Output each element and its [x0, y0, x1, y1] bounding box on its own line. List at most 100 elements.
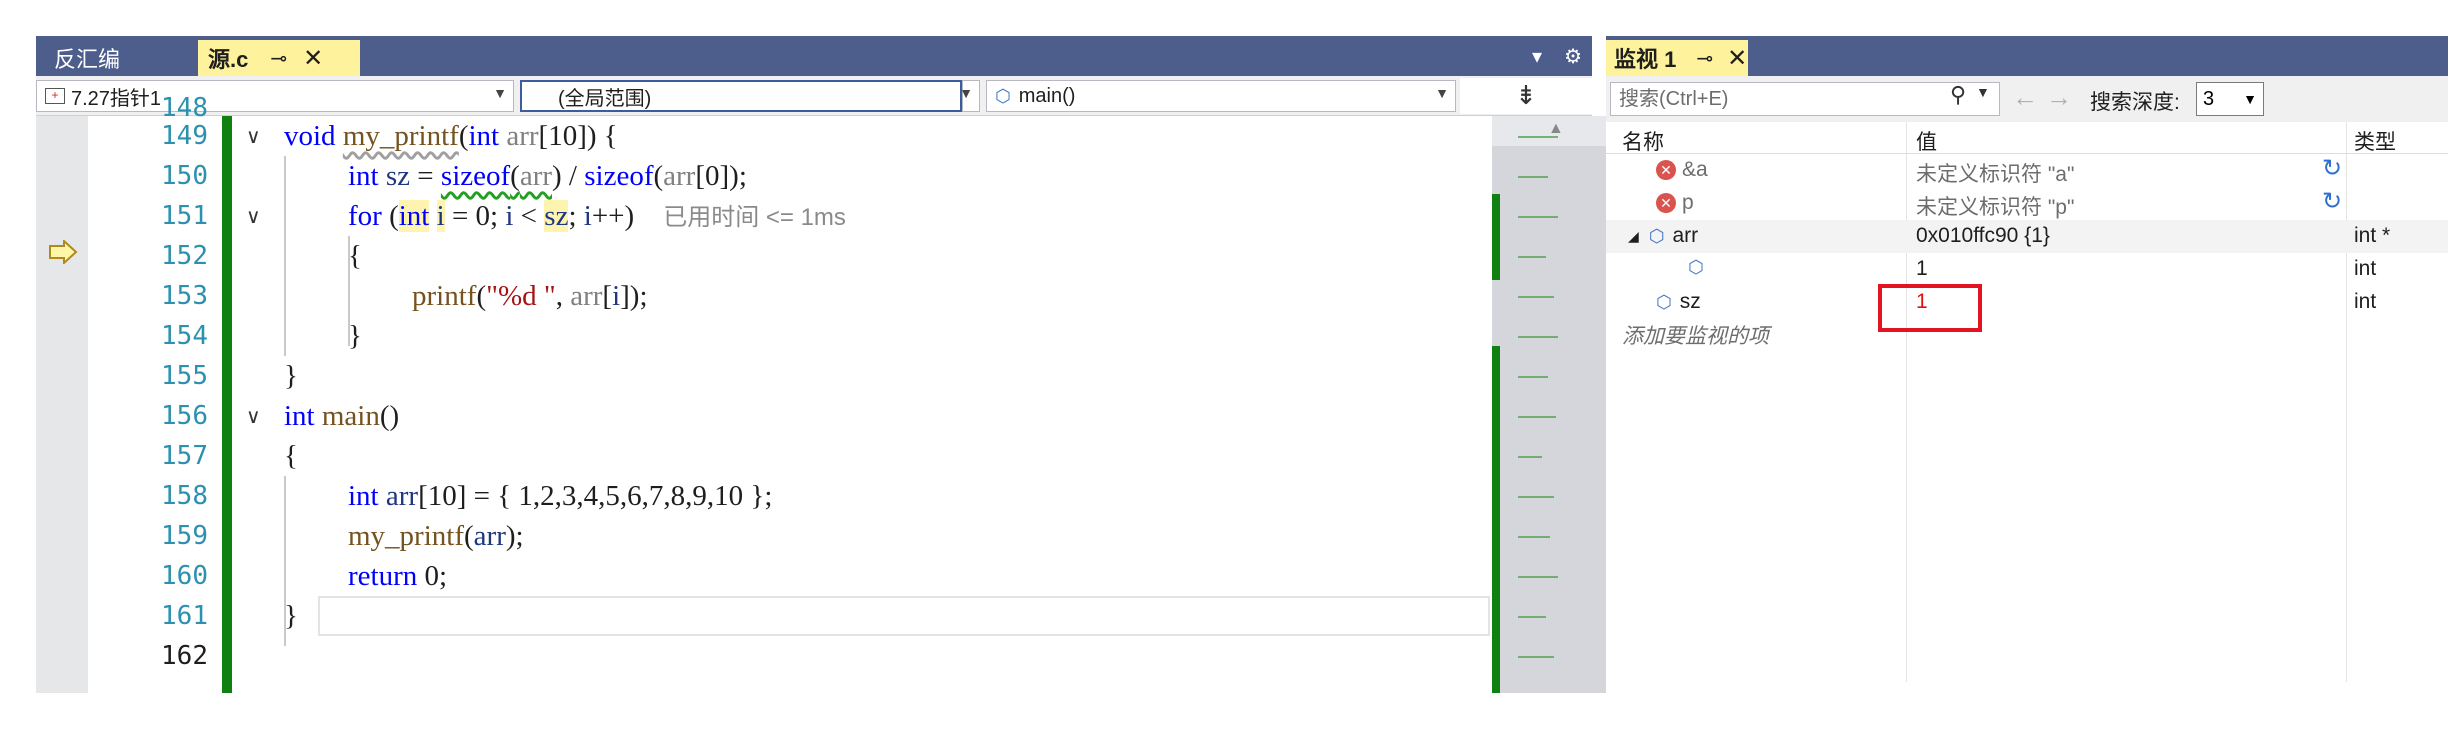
forward-arrow-icon[interactable]: → — [2046, 82, 2072, 113]
split-window-button[interactable]: ⇟ — [1460, 78, 1592, 114]
local-variable: arr — [473, 520, 506, 552]
minimap-line — [1518, 376, 1548, 378]
tab-source-c[interactable]: 源.c ⊸ ✕ — [198, 40, 360, 76]
local-variable: sz — [544, 200, 569, 232]
line-number: 149 — [161, 121, 208, 151]
minimap-line — [1518, 496, 1554, 498]
change-tracking-bar — [222, 116, 232, 693]
search-depth-select[interactable]: 3 ▼ — [2196, 82, 2264, 116]
dropdown-icon[interactable]: ▾ — [1532, 44, 1542, 69]
punct: ( — [476, 280, 487, 312]
keyword: int — [468, 120, 500, 152]
function-name: my_printf — [348, 520, 464, 552]
watch-tabstrip: 监视 1 ⊸ ✕ — [1606, 36, 2448, 76]
watch-value: 未定义标识符 "a" — [1916, 163, 2075, 186]
add-watch-item[interactable]: 添加要监视的项 — [1622, 320, 1769, 350]
watch-row[interactable]: ✕ &a 未定义标识符 "a" ↻ — [1606, 154, 2448, 187]
pin-icon[interactable]: ⊸ — [1696, 46, 1713, 71]
code-line: } — [284, 360, 298, 392]
keyword: for — [348, 200, 382, 232]
function-combo[interactable]: ⬡ main() ▼ — [986, 80, 1456, 112]
change-marker — [1492, 346, 1500, 693]
keyword: sizeof — [584, 160, 654, 192]
tab-label: 反汇编 — [54, 47, 121, 72]
code-text: [10] = { 1,2,3,4,5,6,7,8,9,10 }; — [418, 480, 773, 512]
code-text: [0]); — [695, 160, 747, 192]
line-number: 157 — [161, 441, 208, 471]
execution-arrow-icon — [49, 240, 78, 264]
fold-toggle[interactable]: ∨ — [246, 396, 270, 436]
keyword: sizeof — [440, 160, 511, 192]
line-number: 155 — [161, 361, 208, 391]
minimap-line — [1518, 176, 1548, 178]
search-icon[interactable]: ⚲ — [1950, 82, 1966, 108]
scope-dropdown-button[interactable]: ▼ — [959, 80, 980, 112]
indent-guide — [284, 156, 286, 356]
punct: , — [555, 280, 571, 312]
punct: < — [513, 200, 545, 232]
pin-icon[interactable]: ⊸ — [270, 46, 287, 71]
collapse-triangle-icon[interactable]: ◢ — [1628, 228, 1639, 245]
watch-panel: 监视 1 ⊸ ✕ 搜索(Ctrl+E) ⚲ ▼ ← → 搜索深度: 3 ▼ 名称… — [1606, 36, 2448, 693]
watch-row[interactable]: ⬡ 1 int — [1606, 253, 2448, 286]
keyword: int — [284, 400, 315, 432]
indicator-margin[interactable] — [36, 116, 88, 693]
minimap-line — [1518, 656, 1554, 658]
punct: ( — [653, 160, 664, 192]
cube-icon: ⬡ — [995, 85, 1011, 106]
fold-toggle[interactable]: ∨ — [246, 196, 270, 236]
local-variable: i — [436, 200, 445, 232]
close-icon[interactable]: ✕ — [303, 44, 323, 73]
local-variable: arr — [385, 480, 419, 512]
watch-row[interactable]: ⬡ sz 1 int — [1606, 286, 2448, 319]
refresh-icon[interactable]: ↻ — [2322, 154, 2342, 183]
project-combo[interactable]: + 7.27指针1 ▼ — [36, 80, 514, 112]
gear-icon[interactable]: ⚙ — [1564, 44, 1582, 69]
project-icon: + — [45, 88, 65, 104]
watch-row[interactable]: ✕ p 未定义标识符 "p" ↻ — [1606, 187, 2448, 220]
variable-icon: ⬡ — [1688, 257, 1704, 277]
code-text: ++) — [591, 200, 635, 232]
chevron-down-icon: ▼ — [493, 85, 507, 101]
minimap-line — [1518, 416, 1556, 418]
parameter: arr — [506, 120, 539, 152]
code-text: ); — [505, 520, 524, 552]
error-icon: ✕ — [1656, 193, 1676, 213]
back-arrow-icon[interactable]: ← — [2012, 82, 2038, 113]
close-icon[interactable]: ✕ — [1727, 44, 1747, 73]
watch-value: 0x010ffc90 {1} — [1916, 224, 2050, 247]
tab-watch-1[interactable]: 监视 1 ⊸ ✕ — [1606, 40, 1748, 76]
column-value[interactable]: 值 — [1916, 126, 1937, 156]
code-line: printf("%d ", arr[i]); — [412, 276, 648, 316]
function-name: printf — [412, 280, 477, 312]
current-line-highlight — [318, 596, 1490, 636]
line-number: 154 — [161, 321, 208, 351]
search-input[interactable]: 搜索(Ctrl+E) — [1610, 82, 2000, 116]
tab-label: 监视 1 — [1614, 47, 1677, 72]
error-icon: ✕ — [1656, 160, 1676, 180]
watch-column-header: 名称 值 类型 — [1606, 122, 2448, 682]
punct: ( — [464, 520, 474, 552]
fold-toggle[interactable]: ∨ — [246, 116, 270, 156]
perf-tip[interactable]: 已用时间 <= 1ms — [663, 204, 846, 231]
search-dropdown-icon[interactable]: ▼ — [1976, 84, 1990, 100]
search-depth-label: 搜索深度: — [2090, 91, 2180, 114]
code-line: int sz = sizeof(arr) / sizeof(arr[0]); — [348, 156, 747, 196]
minimap-line — [1518, 616, 1546, 618]
scope-combo[interactable]: (全局范围) — [520, 80, 962, 112]
watch-row[interactable]: ◢ ⬡ arr 0x010ffc90 {1} int * — [1606, 220, 2448, 253]
punct: ( — [381, 200, 399, 232]
function-name: main — [321, 400, 380, 432]
line-number: 158 — [161, 481, 208, 511]
refresh-icon[interactable]: ↻ — [2322, 187, 2342, 216]
punct: [ — [602, 280, 613, 312]
change-marker — [1492, 194, 1500, 280]
depth-value: 3 — [2203, 88, 2215, 110]
column-type[interactable]: 类型 — [2354, 126, 2396, 156]
tab-disassembly[interactable]: 反汇编 — [36, 40, 194, 76]
local-variable: sz — [385, 160, 411, 192]
scope-name: (全局范围) — [558, 87, 652, 110]
column-name[interactable]: 名称 — [1622, 126, 1664, 156]
local-variable: i — [612, 280, 621, 312]
watch-type: int * — [2354, 224, 2391, 247]
